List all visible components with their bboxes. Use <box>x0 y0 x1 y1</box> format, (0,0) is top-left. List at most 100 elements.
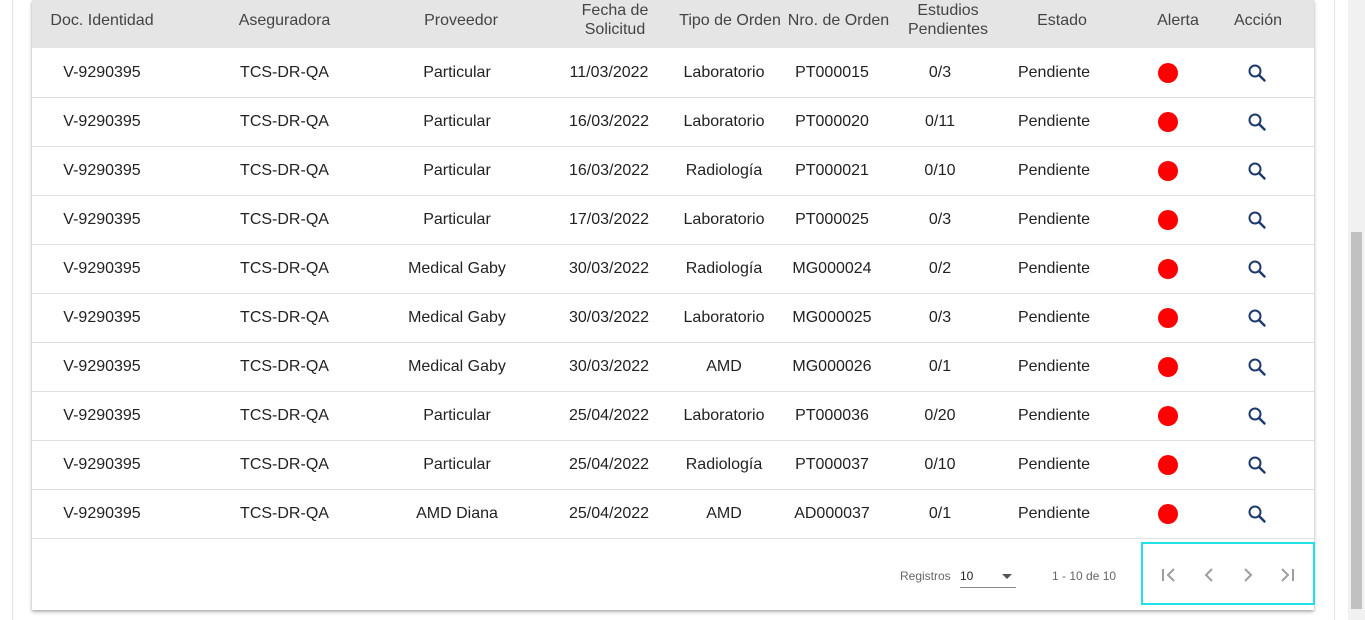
cell-doc-identidad: V-9290395 <box>63 63 141 81</box>
cell-fecha-solicitud: 16/03/2022 <box>568 161 650 179</box>
cell-tipo-orden: Radiología <box>685 455 763 473</box>
cell-nro-orden: AD000037 <box>794 504 870 522</box>
search-icon[interactable] <box>1245 404 1269 428</box>
table-row: V-9290395 TCS-DR-QA Particular 25/04/2022 Ra… <box>32 440 1314 490</box>
vertical-scrollbar[interactable] <box>1348 0 1365 620</box>
cell-fecha-solicitud: 11/03/2022 <box>569 63 649 81</box>
cell-estado: Pendiente <box>1017 308 1091 326</box>
scrollbar-thumb[interactable] <box>1351 232 1362 609</box>
cell-proveedor: Particular <box>423 112 491 130</box>
cell-tipo-orden: Laboratorio <box>683 308 765 326</box>
cell-estudios-pendientes: 0/2 <box>928 259 952 277</box>
table-header: Doc. Identidad Aseguradora Proveedor Fec… <box>32 0 1314 48</box>
cell-nro-orden: MG000024 <box>792 259 872 277</box>
cell-fecha-solicitud: 30/03/2022 <box>568 308 650 326</box>
cell-estudios-pendientes: 0/3 <box>928 308 952 326</box>
cell-aseguradora: TCS-DR-QA <box>240 406 329 424</box>
cell-alerta <box>1158 146 1178 195</box>
cell-proveedor: Particular <box>423 63 491 81</box>
cell-tipo-orden: AMD <box>706 504 742 522</box>
cell-fecha-solicitud: 17/03/2022 <box>568 210 650 228</box>
cell-estado: Pendiente <box>1017 63 1091 81</box>
cell-alerta <box>1158 342 1178 391</box>
search-icon[interactable] <box>1245 110 1269 134</box>
header-fecha-solicitud: Fecha de Solicitud <box>581 2 649 38</box>
header-tipo-orden: Tipo de Orden <box>679 11 781 29</box>
cell-proveedor: Medical Gaby <box>408 357 506 375</box>
cell-aseguradora: TCS-DR-QA <box>240 112 329 130</box>
pagination-range: 1 - 10 de 10 <box>1052 569 1117 583</box>
cell-accion <box>1245 342 1269 391</box>
cell-tipo-orden: Radiología <box>685 161 763 179</box>
cell-proveedor: Particular <box>423 406 491 424</box>
registros-label: Registros <box>900 569 951 583</box>
search-icon[interactable] <box>1245 502 1269 526</box>
search-icon[interactable] <box>1245 159 1269 183</box>
cell-accion <box>1245 440 1269 489</box>
cell-alerta <box>1158 195 1178 244</box>
header-proveedor: Proveedor <box>424 11 498 29</box>
cell-doc-identidad: V-9290395 <box>63 308 141 326</box>
cell-proveedor: Particular <box>423 455 491 473</box>
alert-dot-icon <box>1158 111 1178 132</box>
cell-alerta <box>1158 440 1178 489</box>
cell-estudios-pendientes: 0/3 <box>928 210 952 228</box>
cell-estudios-pendientes: 0/10 <box>924 455 956 473</box>
cell-estado: Pendiente <box>1017 455 1091 473</box>
header-doc-identidad: Doc. Identidad <box>50 11 154 29</box>
first-page-icon[interactable] <box>1156 562 1182 588</box>
cell-nro-orden: PT000015 <box>795 63 869 81</box>
cell-alerta <box>1158 48 1178 97</box>
page-right-border <box>1334 0 1335 620</box>
cell-proveedor: Particular <box>423 161 491 179</box>
cell-aseguradora: TCS-DR-QA <box>240 210 329 228</box>
table-row: V-9290395 TCS-DR-QA Particular 16/03/2022 La… <box>32 97 1314 147</box>
cell-accion <box>1245 146 1269 195</box>
alert-dot-icon <box>1158 209 1178 230</box>
page-left-border <box>12 0 13 620</box>
cell-tipo-orden: Laboratorio <box>683 112 765 130</box>
header-nro-orden: Nro. de Orden <box>787 11 890 29</box>
cell-alerta <box>1158 489 1178 538</box>
cell-accion <box>1245 391 1269 440</box>
next-page-icon[interactable] <box>1235 562 1261 588</box>
search-icon[interactable] <box>1245 306 1269 330</box>
cell-tipo-orden: AMD <box>706 357 742 375</box>
cell-accion <box>1245 48 1269 97</box>
last-page-icon[interactable] <box>1274 562 1300 588</box>
cell-alerta <box>1158 244 1178 293</box>
cell-fecha-solicitud: 16/03/2022 <box>568 112 650 130</box>
cell-aseguradora: TCS-DR-QA <box>240 63 329 81</box>
pagination-controls <box>1141 542 1315 605</box>
table-row: V-9290395 TCS-DR-QA Particular 17/03/2022 La… <box>32 195 1314 245</box>
cell-estado: Pendiente <box>1017 210 1091 228</box>
cell-estado: Pendiente <box>1017 504 1091 522</box>
cell-nro-orden: MG000025 <box>792 308 872 326</box>
cell-estado: Pendiente <box>1017 259 1091 277</box>
dropdown-caret-icon <box>1002 574 1012 579</box>
search-icon[interactable] <box>1245 355 1269 379</box>
cell-fecha-solicitud: 30/03/2022 <box>568 357 650 375</box>
search-icon[interactable] <box>1245 61 1269 85</box>
cell-tipo-orden: Laboratorio <box>683 63 765 81</box>
previous-page-icon[interactable] <box>1196 562 1222 588</box>
search-icon[interactable] <box>1245 208 1269 232</box>
cell-doc-identidad: V-9290395 <box>63 455 141 473</box>
table-row: V-9290395 TCS-DR-QA Particular 11/03/2022 La… <box>32 48 1314 98</box>
table-row: V-9290395 TCS-DR-QA Medical Gaby 30/03/2022… <box>32 293 1314 343</box>
cell-accion <box>1245 195 1269 244</box>
cell-estudios-pendientes: 0/1 <box>928 504 952 522</box>
page-size-select[interactable]: 10 <box>960 565 1016 588</box>
cell-nro-orden: PT000036 <box>795 406 869 424</box>
search-icon[interactable] <box>1245 257 1269 281</box>
cell-accion <box>1245 489 1269 538</box>
cell-aseguradora: TCS-DR-QA <box>240 504 329 522</box>
alert-dot-icon <box>1158 405 1178 426</box>
cell-nro-orden: MG000026 <box>792 357 872 375</box>
alert-dot-icon <box>1158 160 1178 181</box>
header-alerta: Alerta <box>1157 11 1199 29</box>
cell-doc-identidad: V-9290395 <box>63 259 141 277</box>
search-icon[interactable] <box>1245 453 1269 477</box>
cell-accion <box>1245 244 1269 293</box>
cell-aseguradora: TCS-DR-QA <box>240 357 329 375</box>
